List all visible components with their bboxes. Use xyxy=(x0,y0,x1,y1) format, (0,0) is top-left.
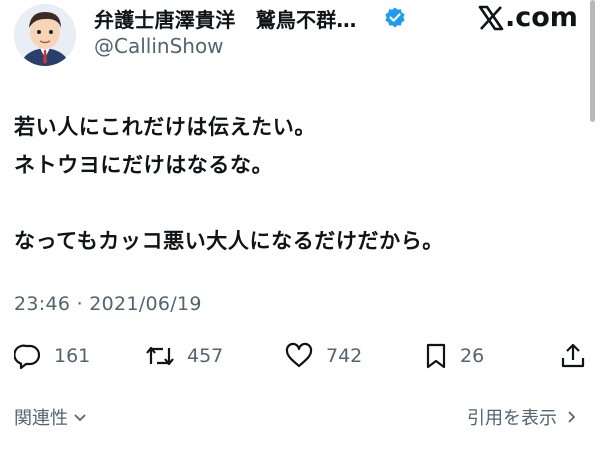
reply-icon xyxy=(14,344,41,370)
tweet-timestamp[interactable]: 23:46 · 2021/06/19 xyxy=(14,293,202,315)
heart-icon xyxy=(285,342,313,368)
retweet-count: 457 xyxy=(187,345,224,367)
verified-badge-icon xyxy=(383,6,407,30)
author-handle[interactable]: @CallinShow xyxy=(94,34,224,58)
view-quotes-link[interactable]: 引用を表示 xyxy=(467,404,579,430)
reply-button[interactable]: 161 xyxy=(14,341,90,371)
cartoon-lawyer-avatar xyxy=(14,4,76,66)
retweet-icon xyxy=(146,346,174,366)
retweet-button[interactable]: 457 xyxy=(145,341,223,371)
bookmark-icon xyxy=(426,343,446,369)
author-display-name[interactable]: 弁護士唐澤貴洋 鷲鳥不群… xyxy=(94,4,357,33)
like-count: 742 xyxy=(326,345,363,367)
share-button[interactable] xyxy=(560,341,586,371)
chevron-right-icon xyxy=(568,411,575,423)
tweet-text-line-1: 若い人にこれだけは伝えたい。 xyxy=(14,115,316,139)
bookmark-count: 26 xyxy=(460,345,485,367)
related-label: 関連性 xyxy=(14,408,68,429)
bookmark-button[interactable]: 26 xyxy=(424,341,484,371)
share-icon xyxy=(561,343,585,368)
tweet-text-line-3: なってもカッコ悪い大人になるだけだから。 xyxy=(14,229,444,253)
view-quotes-label: 引用を表示 xyxy=(467,408,557,429)
x-logo-icon xyxy=(478,5,504,30)
x-com-brand: .com xyxy=(478,2,578,33)
brand-label: .com xyxy=(505,2,578,33)
like-button[interactable]: 742 xyxy=(284,341,362,371)
chevron-down-icon xyxy=(74,414,86,421)
scrollbar-thumb[interactable] xyxy=(590,0,595,122)
avatar[interactable] xyxy=(14,4,76,66)
related-dropdown[interactable]: 関連性 xyxy=(14,404,88,430)
tweet-text-line-2: ネトウヨにだけはなるな。 xyxy=(14,153,274,177)
reply-count: 161 xyxy=(54,345,91,367)
